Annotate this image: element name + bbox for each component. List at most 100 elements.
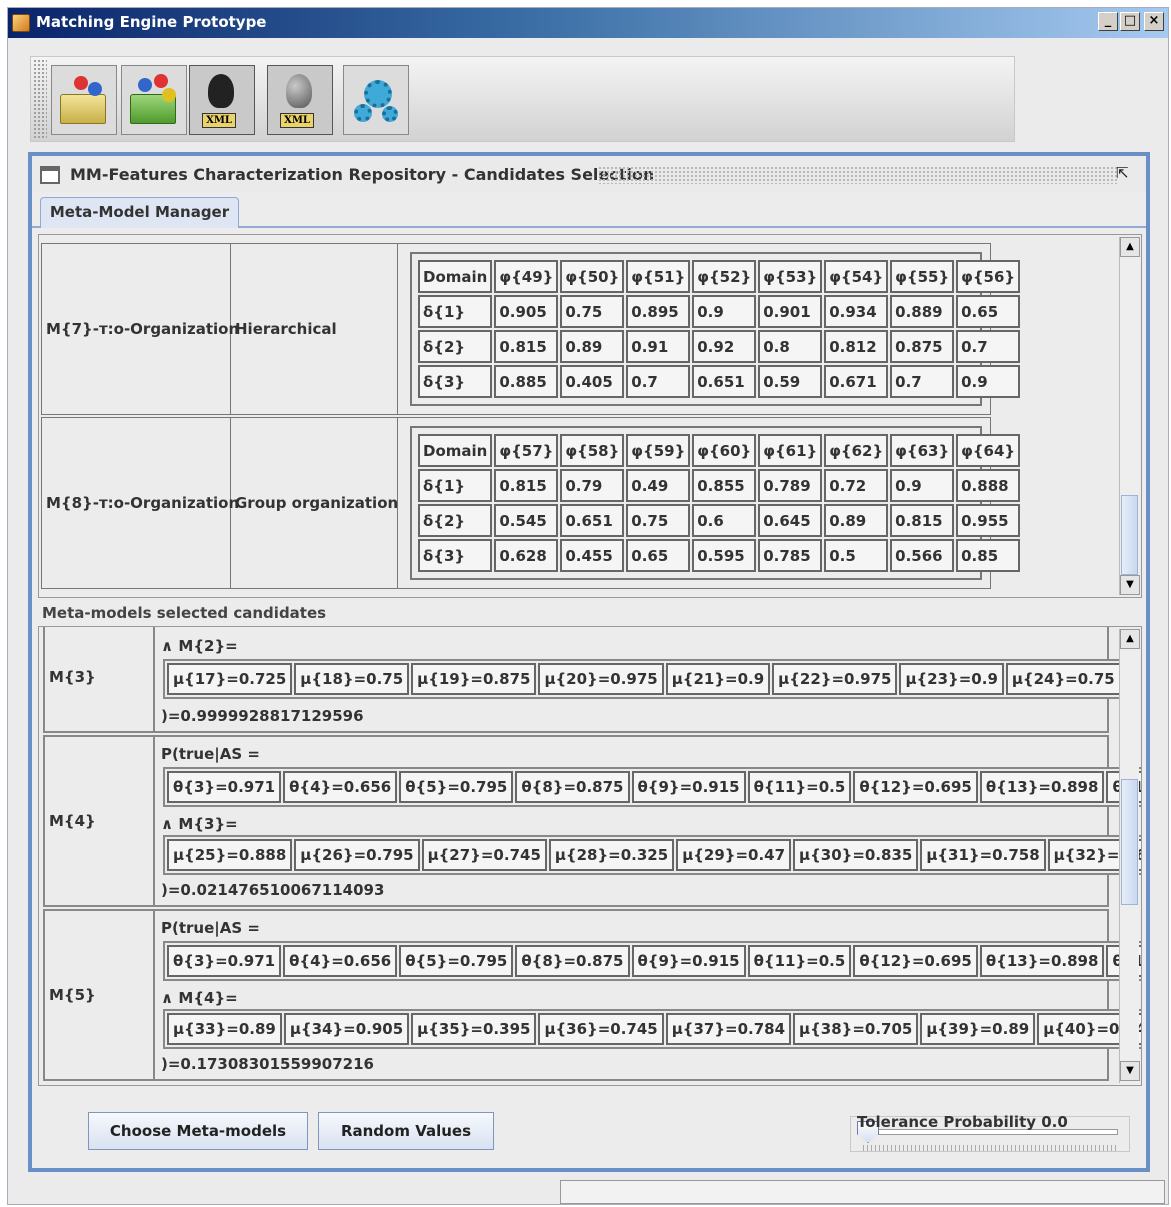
candidates-scrollbar[interactable]: ▲ ▼	[1119, 629, 1140, 1083]
choose-meta-models-button[interactable]: Choose Meta-models	[88, 1112, 308, 1150]
matrix-cell[interactable]: 0.9	[692, 295, 757, 328]
matrix-cell[interactable]: 0.651	[560, 504, 625, 537]
matrix-cell[interactable]: 0.545	[494, 504, 559, 537]
scrollbar-thumb[interactable]	[1121, 779, 1138, 905]
value-cell[interactable]: μ{33}=0.89	[167, 1013, 282, 1045]
matrix-cell[interactable]: 0.901	[758, 295, 823, 328]
matrix-cell[interactable]: 0.7	[626, 365, 691, 398]
value-cell[interactable]: μ{21}=0.9	[665, 663, 771, 695]
value-cell[interactable]: θ{8}=0.875	[515, 771, 630, 803]
value-cell[interactable]: μ{22}=0.975	[772, 663, 898, 695]
matrix-cell[interactable]: φ{53}	[758, 260, 823, 293]
title-bar[interactable]: Matching Engine Prototype _ □ ×	[8, 8, 1168, 38]
matrix-cell[interactable]: 0.889	[890, 295, 955, 328]
matrix-cell[interactable]: 0.885	[494, 365, 559, 398]
value-cell[interactable]: θ{3}=0.971	[167, 945, 282, 977]
matrix-cell[interactable]: 0.855	[692, 469, 757, 502]
value-cell[interactable]: θ{4}=0.656	[283, 945, 398, 977]
scroll-up-arrow-icon[interactable]: ▲	[1120, 237, 1140, 257]
matrix-cell[interactable]: 0.815	[494, 330, 559, 363]
tab-meta-model-manager[interactable]: Meta-Model Manager	[40, 197, 239, 228]
matrix-cell[interactable]: φ{58}	[560, 434, 625, 467]
value-cell[interactable]: μ{29}=0.47	[676, 839, 792, 871]
value-cell[interactable]: μ{27}=0.745	[421, 839, 547, 871]
restore-icon[interactable]: ⇱	[1116, 164, 1136, 184]
matrix-row-label[interactable]: δ{1}	[418, 295, 493, 328]
matrix-cell[interactable]: 0.595	[692, 539, 757, 572]
matrix-cell[interactable]: 0.65	[956, 295, 1021, 328]
value-cell[interactable]: μ{28}=0.325	[548, 839, 675, 871]
matrix-cell[interactable]: 0.875	[890, 330, 955, 363]
matrix-cell[interactable]: 0.815	[494, 469, 559, 502]
value-cell[interactable]: μ{26}=0.795	[294, 839, 420, 871]
matrix-cell[interactable]: φ{52}	[692, 260, 757, 293]
matrix-cell[interactable]: 0.49	[626, 469, 691, 502]
matrix-cell[interactable]: 0.815	[890, 504, 955, 537]
matrix-cell[interactable]: 0.628	[494, 539, 559, 572]
matrix-cell[interactable]: 0.566	[890, 539, 955, 572]
value-cell[interactable]: μ{35}=0.395	[411, 1013, 537, 1045]
matrix-row-label[interactable]: δ{3}	[418, 365, 493, 398]
matrix-cell[interactable]: 0.789	[758, 469, 823, 502]
matrix-cell[interactable]: φ{60}	[692, 434, 757, 467]
value-cell[interactable]: μ{37}=0.784	[665, 1013, 792, 1045]
settings-button[interactable]	[343, 65, 409, 135]
matrix-cell[interactable]: 0.7	[890, 365, 955, 398]
matrix-cell[interactable]: 0.905	[494, 295, 559, 328]
random-values-button[interactable]: Random Values	[318, 1112, 494, 1150]
matrix-cell[interactable]: 0.85	[956, 539, 1021, 572]
value-cell[interactable]: μ{19}=0.875	[411, 663, 537, 695]
open-meta-model-button[interactable]	[51, 65, 117, 135]
matrix-row-label[interactable]: Domain	[418, 260, 493, 293]
matrix-cell[interactable]: 0.405	[560, 365, 625, 398]
value-cell[interactable]: θ{11}=0.5	[747, 771, 852, 803]
matrix-cell[interactable]: φ{50}	[560, 260, 625, 293]
minimize-button[interactable]: _	[1098, 12, 1118, 31]
matrix-cell[interactable]: φ{61}	[758, 434, 823, 467]
toolbar-grip[interactable]	[33, 59, 47, 139]
matrix-row-label[interactable]: δ{2}	[418, 504, 493, 537]
value-cell[interactable]: μ{23}=0.9	[899, 663, 1004, 695]
matrix-cell[interactable]: 0.65	[626, 539, 691, 572]
matrix-cell[interactable]: φ{64}	[956, 434, 1021, 467]
matrix-cell[interactable]: 0.888	[956, 469, 1021, 502]
feature-table-scrollbar[interactable]: ▲ ▼	[1119, 237, 1140, 595]
matrix-cell[interactable]: 0.92	[692, 330, 757, 363]
internal-frame-title-bar[interactable]: MM-Features Characterization Repository …	[32, 156, 1146, 192]
matrix-cell[interactable]: φ{63}	[890, 434, 955, 467]
value-cell[interactable]: θ{11}=0.5	[747, 945, 852, 977]
matrix-cell[interactable]: 0.5	[824, 539, 889, 572]
matrix-cell[interactable]: φ{57}	[494, 434, 559, 467]
value-cell[interactable]: μ{25}=0.888	[167, 839, 293, 871]
matrix-cell[interactable]: φ{54}	[824, 260, 889, 293]
matrix-cell[interactable]: φ{56}	[956, 260, 1021, 293]
value-cell[interactable]: θ{4}=0.656	[283, 771, 398, 803]
scrollbar-thumb[interactable]	[1121, 495, 1138, 575]
matrix-cell[interactable]: 0.895	[626, 295, 691, 328]
scroll-down-arrow-icon[interactable]: ▼	[1120, 575, 1140, 595]
export-xml-button[interactable]: XML	[189, 65, 255, 135]
matrix-cell[interactable]: 0.9	[890, 469, 955, 502]
matrix-cell[interactable]: φ{59}	[626, 434, 691, 467]
matrix-cell[interactable]: φ{49}	[494, 260, 559, 293]
matrix-cell[interactable]: 0.645	[758, 504, 823, 537]
matrix-cell[interactable]: 0.8	[758, 330, 823, 363]
maximize-button[interactable]: □	[1120, 12, 1140, 31]
value-cell[interactable]: θ{9}=0.915	[631, 945, 746, 977]
matrix-row-label[interactable]: δ{2}	[418, 330, 493, 363]
matrix-cell[interactable]: 0.89	[824, 504, 889, 537]
value-cell[interactable]: θ{13}=0.898	[979, 945, 1105, 977]
scroll-up-arrow-icon[interactable]: ▲	[1120, 629, 1140, 649]
matrix-cell[interactable]: 0.812	[824, 330, 889, 363]
matrix-cell[interactable]: 0.955	[956, 504, 1021, 537]
close-button[interactable]: ×	[1144, 12, 1164, 31]
matrix-cell[interactable]: 0.79	[560, 469, 625, 502]
value-cell[interactable]: μ{38}=0.705	[793, 1013, 919, 1045]
matrix-row-label[interactable]: Domain	[418, 434, 493, 467]
matrix-cell[interactable]: 0.7	[956, 330, 1021, 363]
matrix-cell[interactable]: 0.6	[692, 504, 757, 537]
value-cell[interactable]: μ{20}=0.975	[538, 663, 664, 695]
matrix-cell[interactable]: 0.75	[626, 504, 691, 537]
matrix-cell[interactable]: φ{51}	[626, 260, 691, 293]
matrix-row-label[interactable]: δ{1}	[418, 469, 493, 502]
